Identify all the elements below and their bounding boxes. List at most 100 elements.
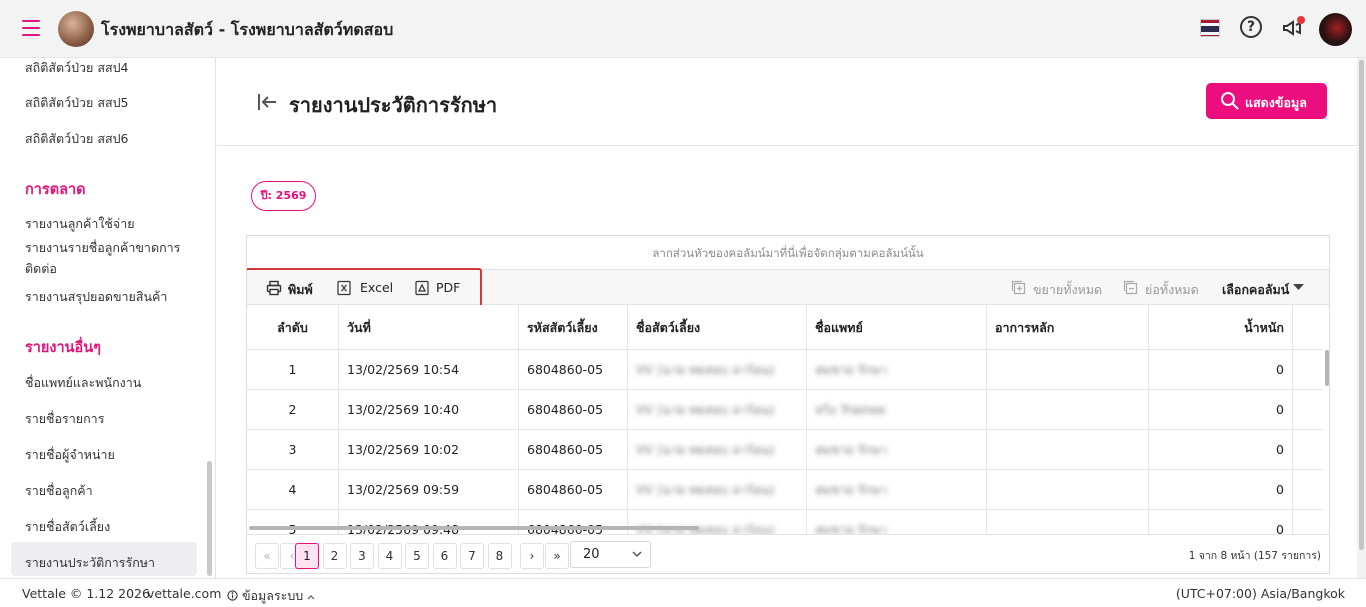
print-button[interactable]: พิมพ์: [266, 270, 316, 305]
cell-doctor-text: หวิง Trainee: [815, 402, 886, 417]
sidebar-item-treatment-history[interactable]: รายงานประวัติการรักษา: [25, 553, 155, 573]
page-scroll-thumb[interactable]: [1359, 60, 1364, 550]
grid-horizontal-scroll-thumb[interactable]: [249, 526, 699, 530]
cell-pet-name: VV (นาย ทดสอบ ลาร์อน): [628, 350, 807, 390]
page-button-1[interactable]: 1: [295, 543, 319, 569]
excel-icon: [337, 280, 351, 296]
clinic-logo: [58, 11, 94, 47]
collapse-all-button[interactable]: ย่อทั้งหมด: [1123, 270, 1203, 305]
cell-doctor: สมชาย รักษา: [807, 470, 987, 510]
notification-dot: [1297, 16, 1305, 24]
pdf-icon: [415, 280, 429, 296]
page-button-8[interactable]: 8: [487, 543, 512, 569]
page-button-2[interactable]: 2: [322, 543, 347, 569]
page-button-7[interactable]: 7: [460, 543, 484, 569]
column-header-pet-name[interactable]: ชื่อสัตว์เลี้ยง: [628, 305, 807, 350]
cell-doctor-text: สมชาย รักษา: [815, 362, 888, 377]
cell-date: 13/02/2569 10:02: [339, 430, 519, 470]
table-row[interactable]: 1 13/02/2569 10:54 6804860-05 VV (นาย ทดสอบ…: [247, 350, 1323, 390]
first-page-button[interactable]: «: [255, 543, 279, 569]
thai-flag-icon[interactable]: [1200, 19, 1220, 37]
header-divider: [217, 145, 1357, 146]
page-button-3[interactable]: 3: [350, 543, 374, 569]
column-header-symptom[interactable]: อาการหลัก: [987, 305, 1149, 350]
page-button-6[interactable]: 6: [432, 543, 457, 569]
page-info: 1 จาก 8 หน้า (157 รายการ): [1188, 550, 1321, 562]
sidebar-heading-marketing: การตลาด: [25, 182, 86, 198]
excel-export-button[interactable]: Excel: [337, 270, 397, 305]
cell-pet-name: VV (นาย ทดสอบ ลาร์อน): [628, 470, 807, 510]
sidebar-item-customers[interactable]: รายชื่อลูกค้า: [25, 481, 93, 501]
cell-pet-name-text: VV (นาย ทดสอบ ลาร์อน): [636, 442, 775, 457]
sidebar-item-pets[interactable]: รายชื่อสัตว์เลี้ยง: [25, 517, 110, 537]
column-header-pet-id[interactable]: รหัสสัตว์เลี้ยง: [519, 305, 628, 350]
cell-doctor: สมชาย รักษา: [807, 430, 987, 470]
sidebar-item-lost-customers[interactable]: รายงานรายชื่อลูกค้าขาดการติดต่อ: [25, 237, 185, 279]
collapse-all-icon: [1123, 280, 1138, 295]
sidebar-item-customer-spending[interactable]: รายงานลูกค้าใช้จ่าย: [25, 214, 135, 234]
expand-all-label: ขยายทั้งหมด: [1033, 282, 1103, 297]
sidebar: สถิติสัตว์ป่วย สสป4 สถิติสัตว์ป่วย สสป5 …: [0, 58, 216, 578]
expand-all-icon: [1011, 280, 1026, 295]
cell-symptom: [987, 390, 1149, 430]
cell-pet-id: 6804860-05: [519, 430, 628, 470]
show-data-label: แสดงข้อมูล: [1245, 95, 1307, 110]
expand-all-button[interactable]: ขยายทั้งหมด: [1011, 270, 1106, 305]
page-size-value: 20: [583, 547, 600, 562]
timezone-text: (UTC+07:00) Asia/Bangkok: [1175, 586, 1345, 601]
caret-down-icon: [1293, 284, 1304, 290]
website-link[interactable]: vettale.com: [147, 586, 221, 601]
year-filter-chip[interactable]: ปี: 2569: [251, 181, 316, 211]
last-page-button[interactable]: »: [545, 543, 569, 569]
cell-no: 2: [247, 390, 339, 430]
user-avatar[interactable]: [1319, 13, 1352, 46]
column-header-no[interactable]: ลำดับ: [247, 305, 339, 350]
sidebar-item-stat6[interactable]: สถิติสัตว์ป่วย สสป6: [25, 129, 128, 149]
choose-columns-label: เลือกคอลัมน์: [1222, 282, 1290, 297]
cell-doctor-text: สมชาย รักษา: [815, 442, 888, 457]
table-row[interactable]: 2 13/02/2569 10:40 6804860-05 VV (นาย ทดสอบ…: [247, 390, 1323, 430]
sidebar-scrollbar[interactable]: [207, 461, 212, 576]
help-icon[interactable]: ?: [1240, 16, 1262, 38]
cell-doctor: หวิง Trainee: [807, 390, 987, 430]
top-bar: โรงพยาบาลสัตว์ - โรงพยาบาลสัตว์ทดสอบ ?: [0, 0, 1366, 58]
sidebar-item-items[interactable]: รายชื่อรายการ: [25, 409, 104, 429]
cell-weight: 0: [1149, 430, 1293, 470]
print-label: พิมพ์: [288, 282, 313, 297]
app-title: โรงพยาบาลสัตว์ - โรงพยาบาลสัตว์ทดสอบ: [101, 20, 394, 39]
choose-columns-button[interactable]: เลือกคอลัมน์: [1222, 270, 1317, 305]
page-scrollbar[interactable]: [1357, 58, 1366, 578]
pdf-export-button[interactable]: PDF: [415, 270, 465, 305]
cell-no: 4: [247, 470, 339, 510]
system-info-link[interactable]: ข้อมูลระบบ: [227, 586, 315, 606]
cell-date: 13/02/2569 10:54: [339, 350, 519, 390]
page-button-5[interactable]: 5: [405, 543, 429, 569]
menu-icon[interactable]: [22, 20, 40, 36]
cell-no: 1: [247, 350, 339, 390]
grid-vertical-scroll-thumb[interactable]: [1325, 350, 1329, 386]
column-header-date[interactable]: วันที่: [339, 305, 519, 350]
info-icon: [227, 590, 238, 601]
sidebar-item-sales-summary[interactable]: รายงานสรุปยอดขายสินค้า: [25, 287, 167, 307]
group-panel-hint[interactable]: ลากส่วนหัวของคอลัมน์มาที่นี่เพื่อจัดกลุ่…: [247, 236, 1329, 270]
page-button-4[interactable]: 4: [377, 543, 402, 569]
column-header-weight[interactable]: น้ำหนัก: [1149, 305, 1293, 350]
chevron-down-icon: [632, 551, 642, 558]
cell-date: 13/02/2569 09:59: [339, 470, 519, 510]
page-size-select[interactable]: 20: [570, 541, 651, 568]
column-header-doctor[interactable]: ชื่อแพทย์: [807, 305, 987, 350]
cell-pet-name-text: VV (นาย ทดสอบ ลาร์อน): [636, 402, 775, 417]
collapse-all-label: ย่อทั้งหมด: [1145, 282, 1199, 297]
table-row[interactable]: 4 13/02/2569 09:59 6804860-05 VV (นาย ทดสอบ…: [247, 470, 1323, 510]
sidebar-heading-other: รายงานอื่นๆ: [25, 340, 101, 356]
next-page-button[interactable]: ›: [520, 543, 544, 569]
show-data-button[interactable]: แสดงข้อมูล: [1206, 83, 1327, 119]
cell-symptom: [987, 470, 1149, 510]
cell-date: 13/02/2569 10:40: [339, 390, 519, 430]
sidebar-item-stat5[interactable]: สถิติสัตว์ป่วย สสป5: [25, 93, 128, 113]
sidebar-item-doctors-staff[interactable]: ชื่อแพทย์และพนักงาน: [25, 373, 141, 393]
sidebar-item-suppliers[interactable]: รายชื่อผู้จำหน่าย: [25, 445, 115, 465]
sidebar-item-stat4[interactable]: สถิติสัตว์ป่วย สสป4: [25, 58, 128, 78]
collapse-back-icon[interactable]: [256, 91, 278, 113]
table-row[interactable]: 3 13/02/2569 10:02 6804860-05 VV (นาย ทดสอบ…: [247, 430, 1323, 470]
